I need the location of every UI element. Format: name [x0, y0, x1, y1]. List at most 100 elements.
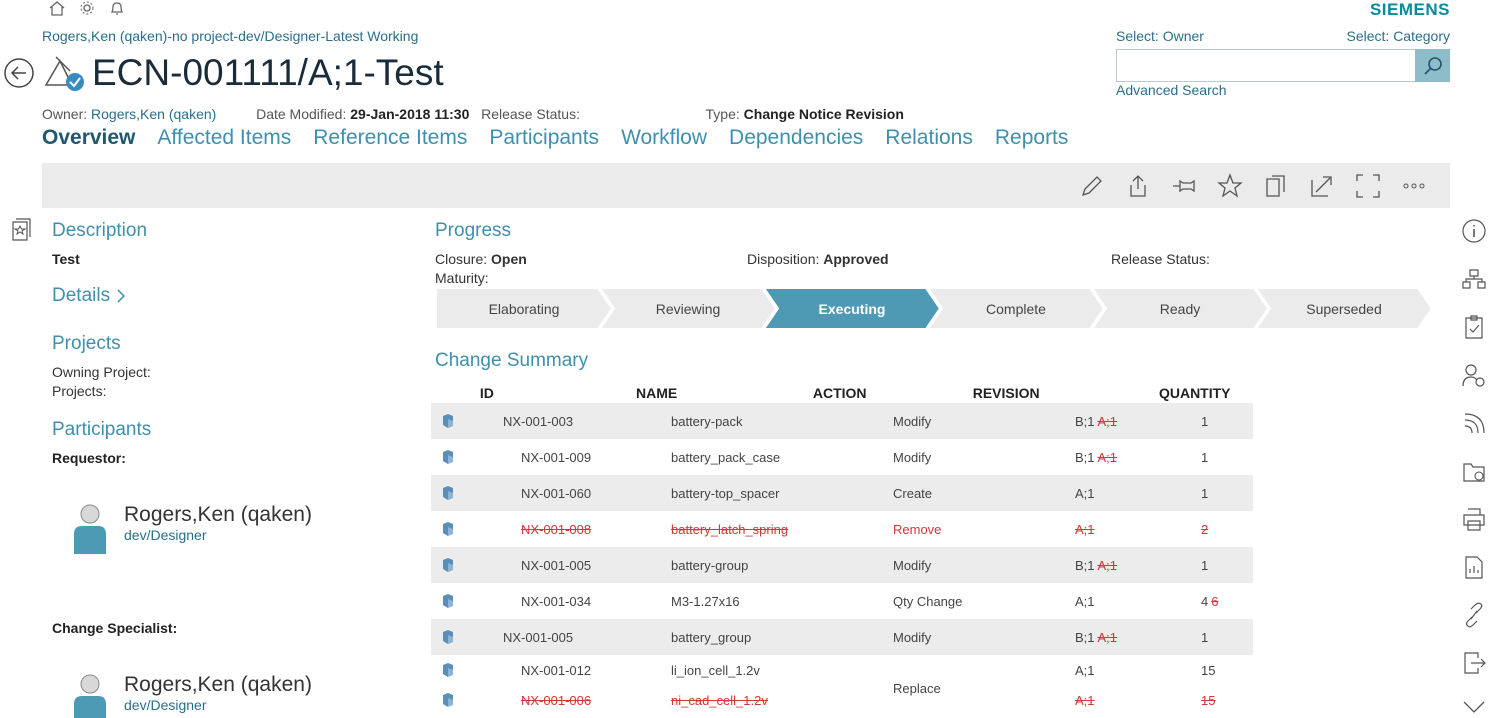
chevron-down-icon[interactable]	[1460, 698, 1488, 716]
title-row: ECN-001111/A;1-Test	[2, 52, 444, 94]
row-name: battery_latch_spring	[671, 521, 789, 537]
row-id[interactable]: NX-001-008	[483, 522, 649, 537]
home-icon[interactable]	[48, 0, 66, 16]
row-revision: A;1	[1075, 662, 1095, 678]
maturity-label: Maturity:	[435, 270, 489, 286]
advanced-search-link[interactable]: Advanced Search	[1116, 82, 1227, 98]
item-revision-icon	[431, 692, 483, 708]
specialist-name[interactable]: Rogers,Ken (qaken)	[124, 673, 312, 697]
tab-overview[interactable]: Overview	[42, 126, 135, 150]
meta-row: Owner: Rogers,Ken (qaken) Date Modified:…	[42, 106, 904, 122]
row-id[interactable]: NX-001-005	[483, 630, 649, 645]
page-title: ECN-001111/A;1-Test	[92, 52, 444, 93]
row-action: Modify	[893, 449, 932, 465]
row-id[interactable]: NX-001-005	[483, 558, 649, 573]
row-id[interactable]: NX-001-006	[483, 693, 649, 708]
progress-step-ready: Ready	[1092, 288, 1268, 329]
fullscreen-icon[interactable]	[1354, 172, 1382, 200]
star-icon[interactable]	[1216, 172, 1244, 200]
breadcrumb[interactable]: Rogers,Ken (qaken)-no project-dev/Design…	[42, 28, 418, 44]
pin-icon[interactable]	[1170, 172, 1198, 200]
search-button[interactable]	[1415, 49, 1450, 82]
info-icon[interactable]	[1460, 218, 1488, 244]
row-old-revision: A;1	[1097, 449, 1118, 465]
export-icon[interactable]	[1460, 650, 1488, 676]
more-icon[interactable]	[1400, 172, 1428, 200]
favorites-panel-icon[interactable]	[10, 218, 32, 242]
requestor-name[interactable]: Rogers,Ken (qaken)	[124, 503, 312, 527]
item-revision-icon	[431, 593, 483, 609]
share-icon[interactable]	[1124, 172, 1152, 200]
change-specialist-label: Change Specialist:	[52, 620, 178, 636]
command-toolbar	[42, 163, 1450, 208]
tab-participants[interactable]: Participants	[489, 126, 599, 150]
tab-reports[interactable]: Reports	[995, 126, 1069, 150]
row-revision: A;1	[1075, 692, 1095, 708]
report-icon[interactable]	[1460, 554, 1488, 580]
table-row[interactable]: NX-001-009 battery_pack_case Modify B;1 A;1 1	[431, 439, 1253, 475]
row-revision: B;1 A;1	[1075, 629, 1118, 645]
description-value: Test	[52, 251, 80, 267]
table-row[interactable]: NX-001-034 M3-1.27x16 Qty Change A;1 4 6	[431, 583, 1253, 619]
avatar	[72, 502, 108, 554]
col-action[interactable]: ACTION	[813, 385, 973, 401]
checklist-icon[interactable]	[1460, 314, 1488, 340]
tab-workflow[interactable]: Workflow	[621, 126, 707, 150]
closure-value: Open	[491, 251, 527, 267]
feed-icon[interactable]	[1460, 410, 1488, 436]
col-name[interactable]: NAME	[636, 385, 813, 401]
row-name: battery-pack	[671, 413, 743, 429]
gear-icon[interactable]	[78, 0, 96, 16]
tab-affected-items[interactable]: Affected Items	[157, 126, 291, 150]
item-revision-icon	[431, 413, 483, 429]
copy-icon[interactable]	[1262, 172, 1290, 200]
row-id[interactable]: NX-001-003	[483, 414, 649, 429]
folder-icon[interactable]	[1460, 458, 1488, 484]
table-row[interactable]: NX-001-006 ni_cad_cell_1.2v A;1 15	[431, 685, 1253, 715]
user-settings-icon[interactable]	[1460, 362, 1488, 388]
row-id[interactable]: NX-001-034	[483, 594, 649, 609]
col-id[interactable]: ID	[480, 385, 636, 401]
table-row[interactable]: NX-001-008 battery_latch_spring Remove A;1 2	[431, 511, 1253, 547]
owner-value[interactable]: Rogers,Ken (qaken)	[91, 106, 216, 122]
row-quantity: 1	[1201, 557, 1209, 573]
progress-step-superseded: Superseded	[1256, 288, 1432, 329]
tab-relations[interactable]: Relations	[885, 126, 973, 150]
progress-step-label: Superseded	[1306, 300, 1382, 317]
back-arrow-icon[interactable]	[2, 56, 36, 90]
row-revision: A;1	[1075, 593, 1095, 609]
search-input[interactable]	[1116, 49, 1415, 82]
change-notice-icon	[42, 53, 86, 93]
row-id[interactable]: NX-001-012	[483, 663, 649, 678]
table-row[interactable]: NX-001-060 battery-top_spacer Create A;1 1	[431, 475, 1253, 511]
structure-icon[interactable]	[1460, 266, 1488, 292]
select-category-link[interactable]: Select: Category	[1347, 28, 1451, 44]
table-row[interactable]: NX-001-005 battery-group Modify B;1 A;1 1	[431, 547, 1253, 583]
progress-step-label: Reviewing	[655, 300, 721, 317]
edit-icon[interactable]	[1078, 172, 1106, 200]
details-toggle[interactable]: Details	[52, 285, 126, 307]
closure-field: Closure: Open	[435, 251, 527, 267]
row-revision: A;1	[1075, 485, 1095, 501]
table-row[interactable]: NX-001-005 battery_group Modify B;1 A;1 1	[431, 619, 1253, 655]
open-external-icon[interactable]	[1308, 172, 1336, 200]
tab-reference-items[interactable]: Reference Items	[313, 126, 467, 150]
bell-icon[interactable]	[108, 0, 126, 16]
avatar	[72, 672, 108, 718]
tab-dependencies[interactable]: Dependencies	[729, 126, 863, 150]
select-owner-link[interactable]: Select: Owner	[1116, 28, 1204, 44]
table-row[interactable]: NX-001-003 battery-pack Modify B;1 A;1 1	[431, 403, 1253, 439]
row-revision: B;1 A;1	[1075, 413, 1118, 429]
row-quantity: 1	[1201, 449, 1209, 465]
link-icon[interactable]	[1460, 602, 1488, 628]
row-id[interactable]: NX-001-060	[483, 486, 649, 501]
row-quantity: 1	[1201, 485, 1209, 501]
disposition-value: Approved	[823, 251, 889, 267]
right-rail	[1460, 218, 1488, 716]
item-revision-icon	[431, 449, 483, 465]
row-id[interactable]: NX-001-009	[483, 450, 649, 465]
col-quantity[interactable]: QUANTITY	[1159, 385, 1253, 401]
print-icon[interactable]	[1460, 506, 1488, 532]
col-revision[interactable]: REVISION	[973, 385, 1159, 401]
table-row[interactable]: NX-001-012 li_ion_cell_1.2v Replace A;1 15	[431, 655, 1253, 696]
